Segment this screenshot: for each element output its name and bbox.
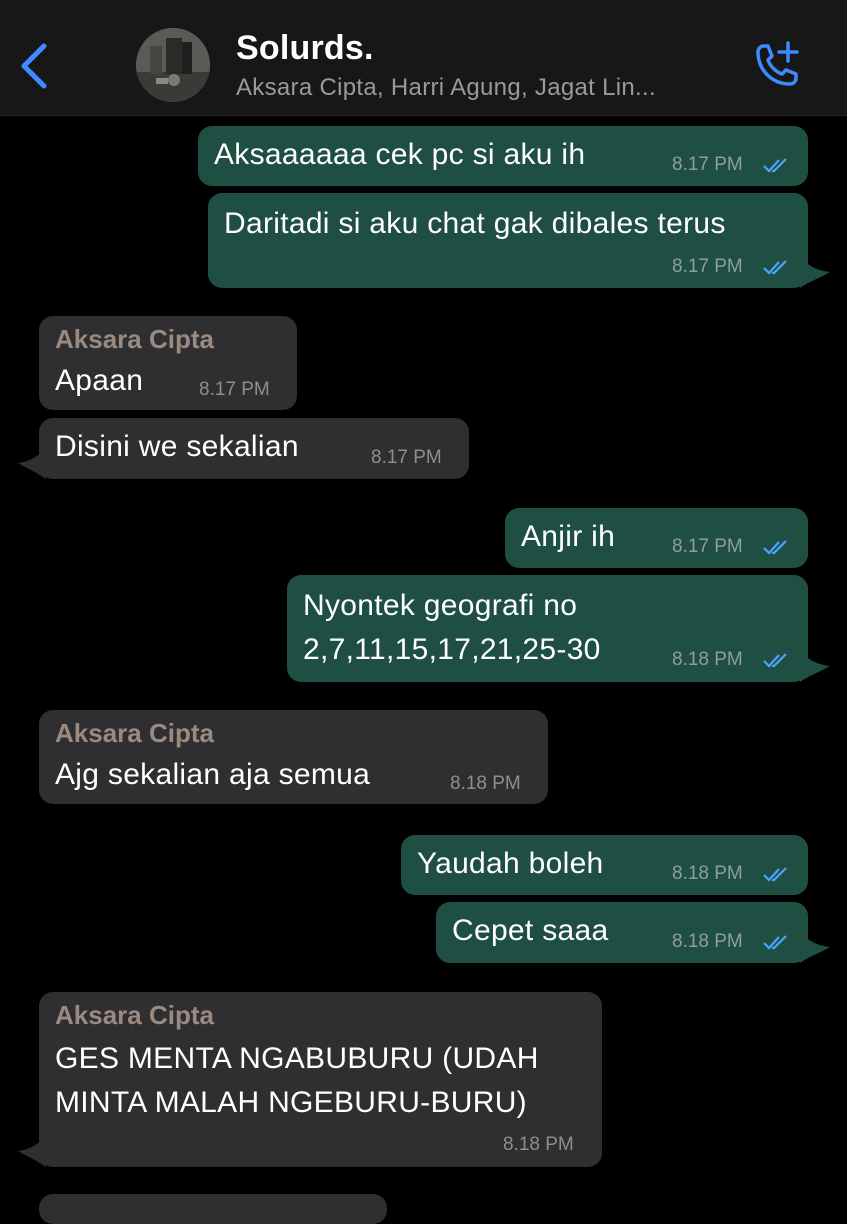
outgoing-message[interactable]: Anjir ih 8.17 PM xyxy=(505,508,808,568)
message-time: 8.17 PM xyxy=(672,256,743,277)
message-text-line: GES MENTA NGABUBURU (UDAH xyxy=(55,1042,539,1075)
incoming-message[interactable]: Aksara Cipta Apaan 8.17 PM xyxy=(39,316,297,410)
message-text: Daritadi si aku chat gak dibales terus xyxy=(224,207,726,240)
message-time: 8.18 PM xyxy=(672,863,743,884)
bubble-tail xyxy=(18,1131,46,1167)
message-text: Disini we sekalian xyxy=(55,430,299,463)
message-text: Cepet saaa xyxy=(452,914,609,947)
chat-header: Solurds. Aksara Cipta, Harri Agung, Jaga… xyxy=(0,0,847,116)
chevron-left-icon[interactable] xyxy=(14,38,54,94)
message-text: Apaan xyxy=(55,364,144,397)
sender-name[interactable]: Aksara Cipta xyxy=(55,1000,214,1031)
message-text-line: 2,7,11,15,17,21,25-30 xyxy=(303,633,601,666)
incoming-message[interactable]: Aksara Cipta Ajg sekalian aja semua 8.18… xyxy=(39,710,548,804)
message-time: 8.17 PM xyxy=(672,536,743,557)
message-text: Aksaaaaaa cek pc si aku ih xyxy=(214,138,586,171)
bubble-tail xyxy=(800,646,830,682)
message-time: 8.18 PM xyxy=(672,931,743,952)
bubble-tail xyxy=(800,927,830,963)
bubble-tail xyxy=(800,252,830,288)
outgoing-message[interactable]: Yaudah boleh 8.18 PM xyxy=(401,835,808,895)
double-check-icon xyxy=(763,158,787,173)
group-avatar[interactable] xyxy=(136,28,210,102)
outgoing-message[interactable]: Nyontek geografi no 2,7,11,15,17,21,25-3… xyxy=(287,575,808,682)
outgoing-message[interactable]: Daritadi si aku chat gak dibales terus 8… xyxy=(208,193,808,288)
double-check-icon xyxy=(763,540,787,555)
sender-name[interactable]: Aksara Cipta xyxy=(55,718,214,749)
sender-name[interactable]: Aksara Cipta xyxy=(55,324,214,355)
message-time: 8.18 PM xyxy=(503,1134,574,1155)
incoming-message[interactable]: Aksara Cipta GES MENTA NGABUBURU (UDAH M… xyxy=(39,992,602,1167)
bubble-tail xyxy=(18,443,46,479)
message-time: 8.17 PM xyxy=(199,379,270,400)
double-check-icon xyxy=(763,867,787,882)
outgoing-message[interactable]: Cepet saaa 8.18 PM xyxy=(436,902,808,963)
message-time: 8.17 PM xyxy=(672,154,743,175)
phone-plus-icon[interactable] xyxy=(748,38,806,94)
message-time: 8.18 PM xyxy=(450,773,521,794)
chat-participants[interactable]: Aksara Cipta, Harri Agung, Jagat Lin... xyxy=(236,74,656,102)
message-text: Yaudah boleh xyxy=(417,847,604,880)
double-check-icon xyxy=(763,653,787,668)
incoming-message-partial[interactable] xyxy=(39,1194,387,1224)
message-text-line: Nyontek geografi no xyxy=(303,589,578,622)
message-text-line: MINTA MALAH NGEBURU-BURU) xyxy=(55,1086,527,1119)
double-check-icon xyxy=(763,260,787,275)
incoming-message[interactable]: Disini we sekalian 8.17 PM xyxy=(39,418,469,479)
chat-title[interactable]: Solurds. xyxy=(236,29,374,68)
message-time: 8.18 PM xyxy=(672,649,743,670)
message-time: 8.17 PM xyxy=(371,447,442,468)
message-text: Anjir ih xyxy=(521,520,616,553)
double-check-icon xyxy=(763,935,787,950)
message-text: Ajg sekalian aja semua xyxy=(55,758,371,791)
outgoing-message[interactable]: Aksaaaaaa cek pc si aku ih 8.17 PM xyxy=(198,126,808,186)
